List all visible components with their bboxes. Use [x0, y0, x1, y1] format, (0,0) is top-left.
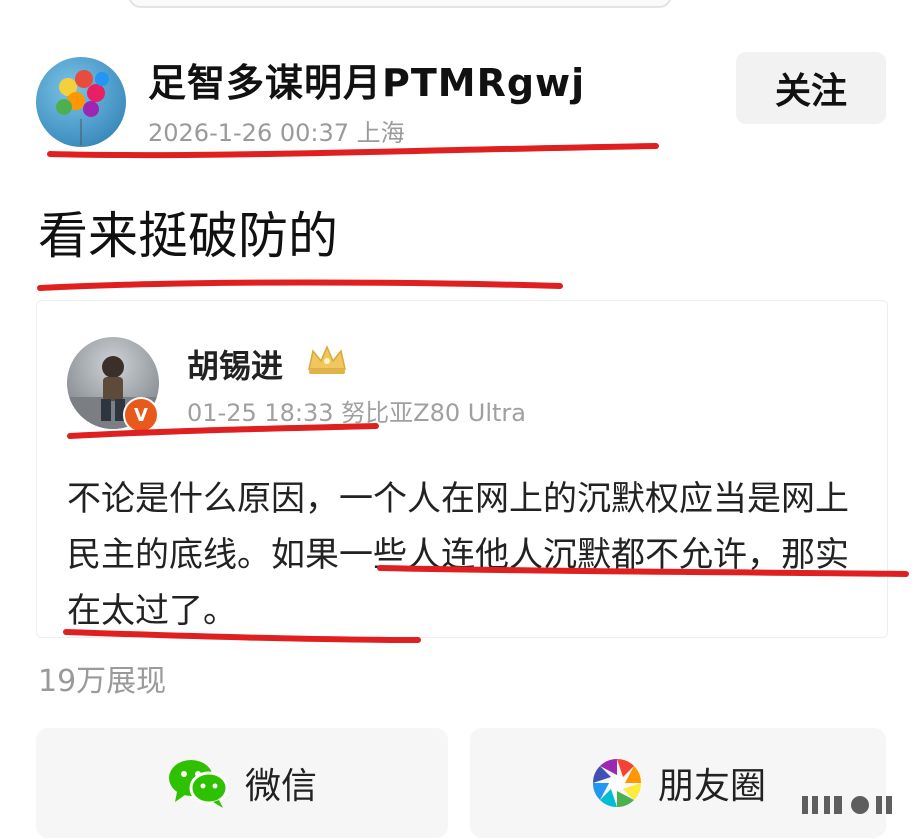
- quoted-post-meta: 01-25 18:33 努比亚Z80 Ultra: [187, 399, 526, 427]
- quoted-post-body: 不论是什么原因，一个人在网上的沉默权应当是网上民主的底线。如果一些人连他人沉默都…: [67, 479, 849, 631]
- post-text: 看来挺破防的: [38, 207, 338, 265]
- moments-icon: [592, 758, 641, 808]
- share-wechat-button[interactable]: 微信: [36, 728, 448, 838]
- follow-button[interactable]: 关注: [736, 52, 886, 124]
- share-wechat-label: 微信: [244, 766, 317, 807]
- balloons-icon: [56, 70, 109, 145]
- author-avatar[interactable]: [36, 57, 126, 147]
- watermark-logo: [802, 796, 892, 814]
- author-name[interactable]: 足智多谋明月PTMRgwj: [148, 52, 585, 107]
- quoted-post-card[interactable]: V 胡锡进 01-25 18:33 努比亚Z80 Ultra 不论是什么原因，一…: [36, 300, 888, 638]
- quoted-author-name[interactable]: 胡锡进: [187, 341, 283, 387]
- share-moments-label: 朋友圈: [657, 766, 766, 807]
- crown-icon: [308, 345, 346, 374]
- wechat-icon: [168, 760, 229, 808]
- post-timestamp: 2026-1-26 00:37 上海: [148, 119, 405, 147]
- view-count: 19万展现: [38, 664, 167, 699]
- verified-badge: V: [123, 397, 159, 433]
- search-bar-edge[interactable]: [128, 0, 672, 8]
- share-moments-button[interactable]: 朋友圈: [470, 728, 886, 838]
